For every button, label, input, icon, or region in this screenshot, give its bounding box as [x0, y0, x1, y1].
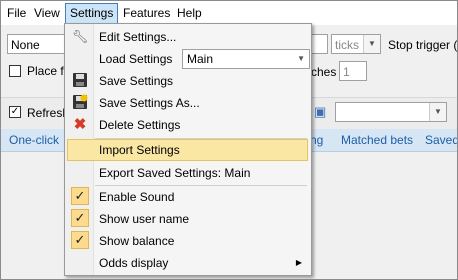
stop-trigger-label: Stop trigger (: [388, 38, 458, 52]
ticks-combo-value: ticks: [335, 38, 359, 52]
tab-one-click[interactable]: One-click: [9, 133, 59, 147]
floppy-disk-plus-icon: [71, 94, 89, 112]
red-x-icon: ✖: [73, 116, 87, 133]
matches-label: ches: [311, 65, 337, 79]
monitor-icon: ▣: [314, 104, 327, 119]
chevron-down-icon: ▼: [297, 54, 305, 63]
submenu-arrow-icon: ▶: [295, 258, 302, 267]
menu-item-label: Delete Settings: [99, 118, 181, 132]
menu-item-load-settings[interactable]: Load Settings Main ▼: [67, 48, 310, 70]
menu-item-label: Import Settings: [99, 143, 180, 157]
menu-item-label: Show user name: [99, 212, 190, 226]
profile-combo-value: None: [11, 38, 40, 52]
menu-item-edit-settings[interactable]: 🔧︎ Edit Settings...: [67, 26, 308, 48]
menu-help[interactable]: Help: [173, 4, 206, 23]
menu-item-show-user-name[interactable]: ✓ Show user name: [67, 208, 308, 230]
menu-item-label: Enable Sound: [99, 190, 175, 204]
market-combo[interactable]: ▼: [335, 102, 447, 122]
load-settings-combo[interactable]: Main ▼: [182, 49, 310, 69]
floppy-disk-icon: [71, 72, 89, 90]
place-fill-checkbox[interactable]: [9, 65, 21, 77]
profile-combo[interactable]: None: [7, 34, 67, 54]
place-fill-label: Place fi: [27, 64, 67, 78]
chevron-down-icon: ▼: [363, 35, 380, 53]
tab-matched-bets[interactable]: Matched bets: [341, 133, 413, 147]
menu-item-show-balance[interactable]: ✓ Show balance: [67, 230, 308, 252]
menu-item-label: Export Saved Settings: Main: [99, 166, 251, 180]
menu-item-label: Odds display: [99, 256, 169, 270]
menu-item-label: Load Settings: [99, 52, 173, 66]
menu-item-delete-settings[interactable]: ✖ Delete Settings: [67, 114, 308, 136]
matches-field[interactable]: 1: [339, 61, 367, 81]
load-settings-value: Main: [187, 52, 214, 66]
settings-menu: 🔧︎ Edit Settings... Load Settings Main ▼…: [64, 23, 312, 276]
matches-value: 1: [343, 65, 350, 79]
refresh-label: Refresh: [27, 106, 70, 120]
checkmark-icon: ✓: [71, 231, 89, 249]
menu-item-import-settings[interactable]: Import Settings: [67, 139, 308, 161]
refresh-checkbox[interactable]: ✓: [9, 106, 21, 118]
menu-item-export-settings[interactable]: Export Saved Settings: Main: [67, 162, 308, 184]
menu-bar: File View Settings Features Help: [1, 1, 457, 25]
menu-view[interactable]: View: [30, 4, 64, 23]
menu-item-save-settings[interactable]: Save Settings: [67, 70, 308, 92]
menu-item-save-settings-as[interactable]: Save Settings As...: [67, 92, 308, 114]
ticks-combo[interactable]: ticks ▼: [331, 34, 381, 54]
menu-item-label: Edit Settings...: [99, 30, 177, 44]
app-window: File View Settings Features Help None Pl…: [0, 0, 458, 280]
menu-item-label: Show balance: [99, 234, 175, 248]
menu-item-odds-display[interactable]: Odds display ▶: [67, 252, 308, 274]
checkmark-icon: ✓: [71, 187, 89, 205]
tab-saved[interactable]: Saved: [425, 133, 457, 147]
tab-partial[interactable]: ng: [310, 133, 323, 147]
checkmark-icon: ✓: [71, 209, 89, 227]
menu-item-label: Save Settings: [99, 74, 174, 88]
menu-item-enable-sound[interactable]: ✓ Enable Sound: [67, 186, 308, 208]
menu-features[interactable]: Features: [119, 4, 174, 23]
wrench-icon: 🔧︎: [71, 29, 89, 44]
menu-item-label: Save Settings As...: [99, 96, 200, 110]
menu-settings[interactable]: Settings: [65, 3, 119, 24]
menu-file[interactable]: File: [3, 4, 30, 23]
chevron-down-icon: ▼: [429, 103, 446, 121]
